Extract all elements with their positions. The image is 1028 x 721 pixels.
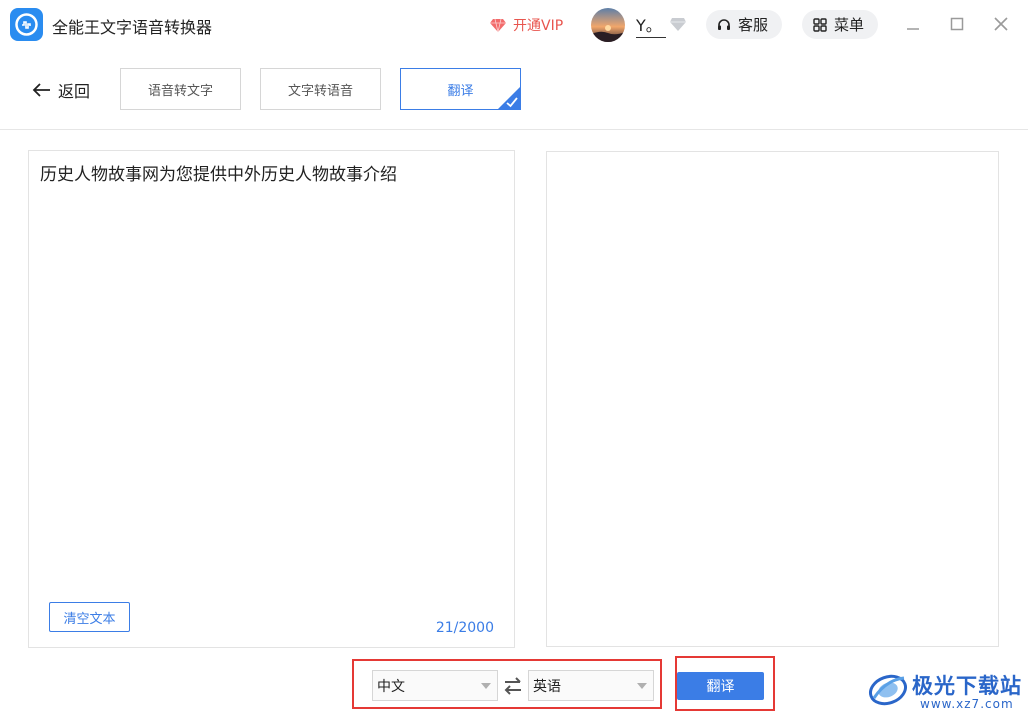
dropdown-caret-icon	[481, 683, 491, 689]
diamond-icon	[490, 18, 506, 33]
watermark-domain: www.xz7.com	[920, 697, 1014, 711]
tab-label: 文字转语音	[287, 83, 353, 99]
target-language-value: 英语	[533, 678, 561, 695]
grid-icon	[813, 17, 827, 32]
back-button[interactable]: 返回	[32, 78, 90, 102]
watermark-logo-icon	[869, 674, 907, 706]
target-language-select[interactable]: 英语	[528, 670, 654, 701]
avatar[interactable]	[591, 8, 625, 42]
app-logo-icon	[10, 8, 43, 41]
translate-button[interactable]: 翻译	[677, 672, 764, 700]
tab-label: 语音转文字	[147, 83, 213, 99]
tab-text-to-speech[interactable]: 文字转语音	[260, 68, 381, 110]
checkmark-corner-icon	[497, 86, 521, 110]
source-text[interactable]: 历史人物故事网为您提供中外历史人物故事介绍	[40, 163, 397, 187]
swap-languages-icon[interactable]	[502, 676, 524, 696]
translation-result-area[interactable]	[546, 151, 999, 647]
customer-service-button[interactable]: 客服	[706, 10, 782, 39]
source-language-select[interactable]: 中文	[372, 670, 498, 701]
tab-speech-to-text[interactable]: 语音转文字	[120, 68, 241, 110]
minimize-icon	[907, 28, 919, 30]
title-bar: 全能王文字语音转换器 开通VIP Y。 客服 菜单	[0, 0, 1028, 50]
arrow-left-icon	[32, 83, 50, 97]
app-title: 全能王文字语音转换器	[52, 18, 213, 37]
open-vip-button[interactable]: 开通VIP	[489, 14, 563, 36]
maximize-button[interactable]	[945, 12, 969, 36]
close-button[interactable]	[989, 12, 1013, 36]
minimize-button[interactable]	[901, 12, 925, 36]
clear-text-button[interactable]: 清空文本	[49, 602, 130, 632]
maximize-icon	[950, 17, 964, 31]
watermark-brand: 极光下载站	[912, 674, 1022, 698]
close-icon	[994, 17, 1008, 31]
source-text-area[interactable]: 历史人物故事网为您提供中外历史人物故事介绍 清空文本 21/2000	[28, 150, 515, 648]
menu-label: 菜单	[834, 16, 865, 34]
watermark: 极光下载站 www.xz7.com	[866, 664, 1026, 716]
service-label: 客服	[738, 16, 769, 34]
source-language-value: 中文	[377, 678, 405, 695]
member-diamond-icon	[670, 18, 686, 31]
headset-icon	[718, 18, 730, 30]
nav-bar: 返回 语音转文字 文字转语音 翻译	[0, 50, 1028, 130]
back-label: 返回	[58, 82, 91, 101]
dropdown-caret-icon	[637, 683, 647, 689]
vip-label: 开通VIP	[513, 18, 564, 34]
tab-label: 翻译	[447, 83, 474, 99]
menu-button[interactable]: 菜单	[802, 10, 878, 39]
app-window: 全能王文字语音转换器 开通VIP Y。 客服 菜单 返回 语音转文字 文字转语音…	[0, 0, 1028, 721]
character-counter: 21/2000	[435, 620, 494, 636]
username[interactable]: Y。	[636, 12, 666, 38]
tab-translate[interactable]: 翻译	[400, 68, 521, 110]
